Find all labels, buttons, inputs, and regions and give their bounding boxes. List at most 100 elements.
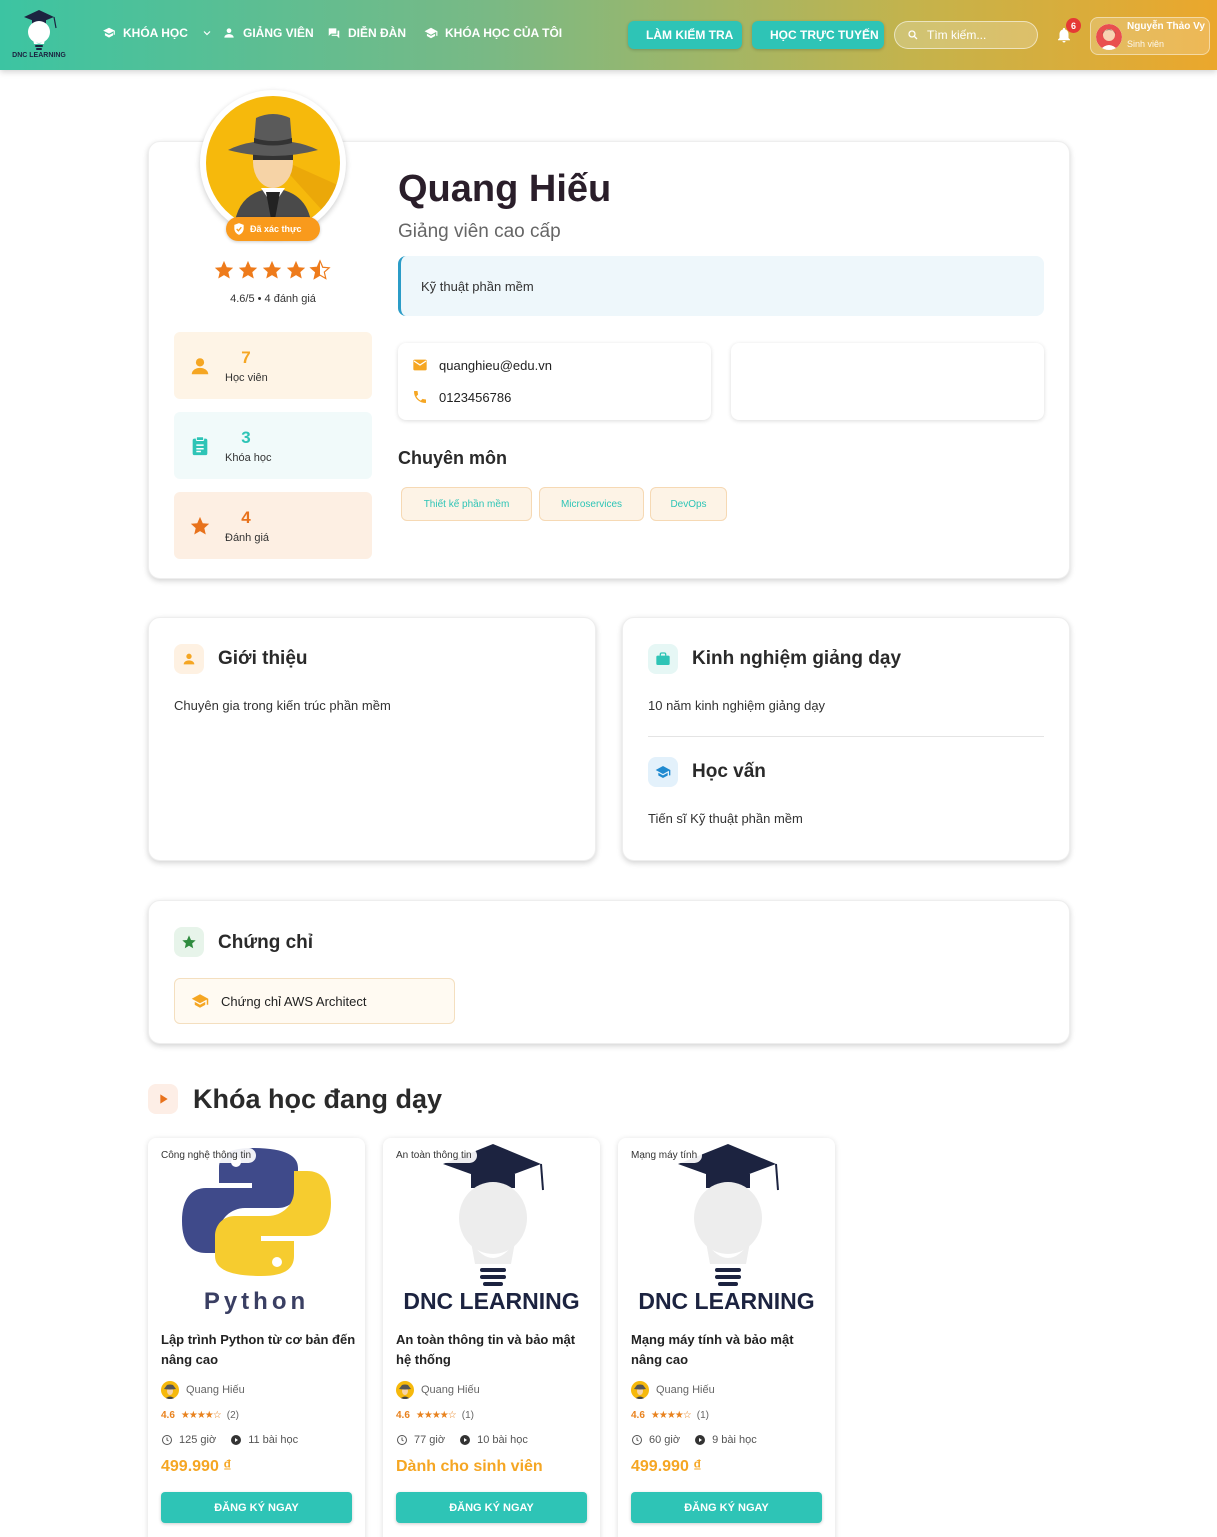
take-quiz-button[interactable]: LÀM KIỂM TRA — [628, 21, 742, 49]
course-hours: 125 giờ — [179, 1434, 217, 1446]
stat-courses-value: 3 — [241, 428, 251, 447]
stat-reviews-label: Đánh giá — [225, 532, 270, 544]
clock-icon — [162, 1435, 172, 1445]
nav-forum-label: DIỄN ĐÀN — [348, 26, 407, 40]
person-icon — [224, 28, 234, 38]
course-rating: 4.6 ★★★★☆ (1) — [396, 1410, 474, 1421]
course-hours: 77 giờ — [414, 1434, 446, 1446]
detective-avatar-icon — [228, 114, 340, 230]
notification-count-badge: 6 — [1066, 18, 1081, 33]
course-image-text: Python — [203, 1288, 310, 1315]
person-icon — [183, 653, 195, 665]
stat-students-value: 7 — [241, 348, 251, 367]
intro-icon-box — [174, 644, 204, 674]
department-box: Kỹ thuật phần mềm — [398, 256, 1044, 316]
course-rating-value: 4.6 — [396, 1410, 410, 1421]
courses-icon-box — [148, 1084, 178, 1114]
briefcase-icon — [656, 652, 670, 665]
course-price: 499.990 ₫ — [631, 1458, 702, 1475]
instructor-name: Quang Hiếu — [398, 168, 612, 210]
course-rating-stars: ★★★★☆ — [180, 1410, 222, 1421]
course-rating-value: 4.6 — [161, 1410, 175, 1421]
search-input[interactable]: Tìm kiếm... — [894, 21, 1038, 49]
enroll-button[interactable]: ĐĂNG KÝ NGAY — [631, 1492, 822, 1523]
email-text: quanghieu@edu.vn — [439, 357, 552, 373]
divider — [648, 736, 1044, 737]
nav-my-courses[interactable]: KHÓA HỌC CỦA TÔI — [424, 26, 562, 40]
education-text: Tiến sĩ Kỹ thuật phần mềm — [648, 811, 803, 826]
course-rating: 4.6 ★★★★☆ (2) — [161, 1410, 239, 1421]
stat-courses: 3 Khóa học — [174, 412, 372, 479]
star-icon — [238, 260, 258, 279]
verified-label: Đã xác thực — [250, 224, 302, 234]
certificates-heading: Chứng chỉ — [218, 932, 314, 953]
experience-text: 10 năm kinh nghiệm giảng dạy — [648, 698, 826, 713]
course-card[interactable]: Mạng máy tính DNC LEARNING Mạng máy tính… — [618, 1138, 835, 1537]
nav-instructors-label: GIẢNG VIÊN — [243, 26, 314, 40]
course-lessons: 11 bài học — [248, 1434, 299, 1446]
phone-text: 0123456786 — [439, 389, 512, 405]
top-navigation-bar: DNC LEARNING KHÓA HỌC GIẢNG VIÊN DIỄN ĐÀ… — [0, 0, 1217, 70]
course-title[interactable]: Mạng máy tính và bảo mật nâng cao — [631, 1330, 826, 1370]
play-icon — [160, 1094, 168, 1104]
certificate-label: Chứng chỉ AWS Architect — [221, 993, 367, 1009]
nav-courses[interactable]: KHÓA HỌC — [102, 26, 213, 40]
specialty-heading: Chuyên môn — [398, 448, 508, 468]
instructor-avatar — [200, 90, 346, 236]
stat-reviews-value: 4 — [241, 508, 251, 527]
experience-heading: Kinh nghiệm giảng dạy — [692, 648, 902, 669]
forum-icon — [328, 28, 340, 39]
enroll-button[interactable]: ĐĂNG KÝ NGAY — [161, 1492, 352, 1523]
intro-text: Chuyên gia trong kiến trúc phần mềm — [174, 698, 391, 713]
contact-card-empty — [731, 343, 1044, 420]
skill-chip[interactable]: Thiết kế phần mềm — [401, 487, 532, 521]
search-icon — [908, 30, 918, 40]
rating-summary: 4.6/5 • 4 đánh giá — [230, 293, 316, 305]
verified-badge: Đã xác thực — [226, 217, 320, 241]
skill-chip[interactable]: Microservices — [539, 487, 644, 521]
course-card[interactable]: Công nghệ thông tin Python Lập trình Pyt… — [148, 1138, 365, 1537]
course-instructor: Quang Hiếu — [631, 1381, 715, 1399]
stat-students: 7 Học viên — [174, 332, 372, 399]
search-placeholder: Tìm kiếm... — [927, 28, 987, 42]
email-row[interactable]: quanghieu@edu.vn — [412, 357, 552, 373]
course-title[interactable]: Lập trình Python từ cơ bản đến nâng cao — [161, 1330, 356, 1370]
online-learning-button[interactable]: HỌC TRỰC TUYẾN — [752, 21, 884, 49]
education-heading: Học vấn — [692, 761, 766, 782]
instructor-title: Giảng viên cao cấp — [398, 221, 561, 242]
enroll-button[interactable]: ĐĂNG KÝ NGAY — [396, 1492, 587, 1523]
course-title[interactable]: An toàn thông tin và bảo mật hệ thống — [396, 1330, 591, 1370]
play-circle-icon — [695, 1435, 706, 1445]
clock-icon — [397, 1435, 407, 1445]
course-card[interactable]: An toàn thông tin DNC LEARNING An toàn t… — [383, 1138, 600, 1537]
phone-icon — [414, 391, 426, 403]
chevron-down-icon — [203, 31, 211, 36]
intro-card — [148, 617, 596, 861]
nav-courses-label: KHÓA HỌC — [123, 26, 188, 40]
stat-reviews: 4 Đánh giá — [174, 492, 372, 559]
course-meta: 60 giờ 9 bài học — [631, 1434, 757, 1446]
course-category: An toàn thông tin — [391, 1148, 477, 1163]
graduation-icon — [424, 27, 438, 39]
course-hours: 60 giờ — [649, 1434, 681, 1446]
courses-heading: Khóa học đang dạy — [193, 1084, 443, 1114]
course-instructor-name: Quang Hiếu — [186, 1384, 245, 1396]
course-category: Mạng máy tính — [626, 1148, 703, 1163]
online-learning-label: HỌC TRỰC TUYẾN — [770, 28, 879, 42]
user-menu[interactable]: Nguyễn Thảo Vy Sinh viên — [1090, 17, 1210, 55]
certificate-item[interactable]: Chứng chỉ AWS Architect — [174, 978, 455, 1024]
clock-icon — [632, 1435, 642, 1445]
nav-forum[interactable]: DIỄN ĐÀN — [327, 26, 406, 40]
phone-row[interactable]: 0123456786 — [412, 389, 511, 405]
instructor-mini-avatar — [631, 1381, 649, 1399]
brand-logo[interactable]: DNC LEARNING — [10, 8, 68, 62]
course-instructor-name: Quang Hiếu — [656, 1384, 715, 1396]
graduation-cap-icon — [655, 766, 671, 778]
rating-stars — [213, 259, 331, 281]
graduation-cap-icon — [191, 994, 209, 1008]
nav-instructors[interactable]: GIẢNG VIÊN — [222, 26, 314, 40]
course-rating-stars: ★★★★☆ — [415, 1410, 457, 1421]
course-meta: 77 giờ 10 bài học — [396, 1434, 528, 1446]
instructor-mini-avatar — [396, 1381, 414, 1399]
skill-chip[interactable]: DevOps — [650, 487, 727, 521]
